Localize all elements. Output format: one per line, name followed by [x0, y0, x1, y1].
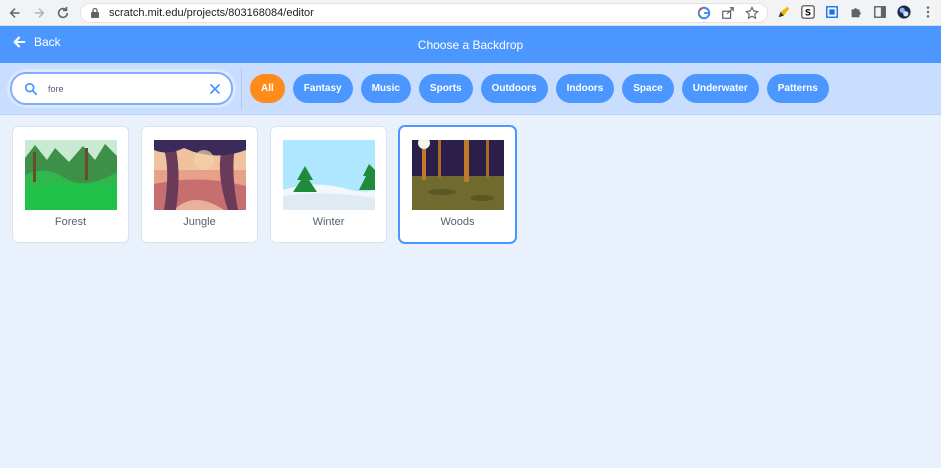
tag-indoors-button[interactable]: Indoors — [555, 74, 615, 103]
google-icon[interactable] — [697, 6, 711, 20]
side-panel-icon — [874, 6, 886, 18]
backdrop-name: Forest — [54, 216, 87, 228]
arrow-right-icon — [34, 7, 45, 18]
tag-music-button[interactable]: Music — [360, 74, 411, 103]
backdrop-card-winter[interactable]: Winter — [270, 126, 387, 243]
puzzle-icon — [851, 8, 861, 18]
tag-underwater-button[interactable]: Underwater — [681, 74, 759, 103]
browser-toolbar: scratch.mit.edu/projects/803168084/edito… — [0, 0, 941, 26]
browser-forward-button[interactable] — [30, 4, 48, 22]
browser-menu-button[interactable] — [920, 4, 936, 20]
url-text: scratch.mit.edu/projects/803168084/edito… — [109, 7, 314, 19]
arrow-left-icon — [9, 7, 20, 18]
avatar-icon — [897, 5, 911, 19]
woods-thumbnail — [412, 140, 504, 210]
svg-text:S: S — [805, 9, 811, 19]
search-input[interactable] — [48, 83, 198, 94]
forest-thumbnail — [25, 140, 117, 210]
browser-reload-button[interactable] — [54, 4, 72, 22]
backdrop-grid: Forest Jungle Winter Woods — [12, 126, 516, 243]
back-label: Back — [34, 35, 61, 49]
address-bar[interactable]: scratch.mit.edu/projects/803168084/edito… — [80, 3, 768, 23]
star-icon[interactable] — [745, 6, 759, 20]
backdrop-card-woods[interactable]: Woods — [399, 126, 516, 243]
extensions-button[interactable] — [848, 4, 864, 20]
backdrop-card-jungle[interactable]: Jungle — [141, 126, 258, 243]
kebab-menu-icon — [926, 6, 930, 18]
divider — [241, 69, 242, 109]
browser-back-button[interactable] — [6, 4, 24, 22]
page-title: Choose a Backdrop — [417, 37, 524, 52]
backdrop-name: Woods — [440, 216, 475, 228]
share-icon[interactable] — [721, 6, 735, 20]
tag-outdoors-button[interactable]: Outdoors — [480, 74, 548, 103]
filter-bar: AllFantasyMusicSportsOutdoorsIndoorsSpac… — [0, 63, 941, 115]
profile-button[interactable] — [896, 4, 912, 20]
tag-fantasy-button[interactable]: Fantasy — [292, 74, 353, 103]
s-extension-icon: S — [801, 5, 815, 19]
screenshot-icon — [826, 6, 838, 18]
pencil-icon — [778, 6, 790, 18]
arrow-left-icon — [13, 36, 26, 48]
extension-pencil[interactable] — [776, 4, 792, 20]
backdrop-name: Jungle — [183, 216, 216, 228]
close-icon[interactable] — [209, 83, 221, 95]
tag-patterns-button[interactable]: Patterns — [766, 74, 829, 103]
extension-s[interactable]: S — [800, 4, 816, 20]
library-header: Back Choose a Backdrop — [0, 26, 941, 63]
lock-icon — [91, 7, 99, 18]
tag-list: All Fantasy Music Sports Outdoors Indoors Spac… — [250, 74, 829, 103]
backdrop-name: Winter — [312, 216, 345, 228]
tag-sports-button[interactable]: Sports — [418, 74, 473, 103]
search-icon — [24, 82, 38, 95]
extension-screenshot[interactable] — [824, 4, 840, 20]
back-button[interactable]: Back — [12, 35, 61, 49]
tag-all-button[interactable]: All — [250, 74, 285, 103]
side-panel-button[interactable] — [872, 4, 888, 20]
reload-icon — [57, 6, 69, 18]
jungle-thumbnail — [154, 140, 246, 210]
winter-thumbnail — [283, 140, 375, 210]
tag-space-button[interactable]: Space — [622, 74, 674, 103]
search-box[interactable] — [10, 72, 233, 105]
backdrop-card-forest[interactable]: Forest — [12, 126, 129, 243]
